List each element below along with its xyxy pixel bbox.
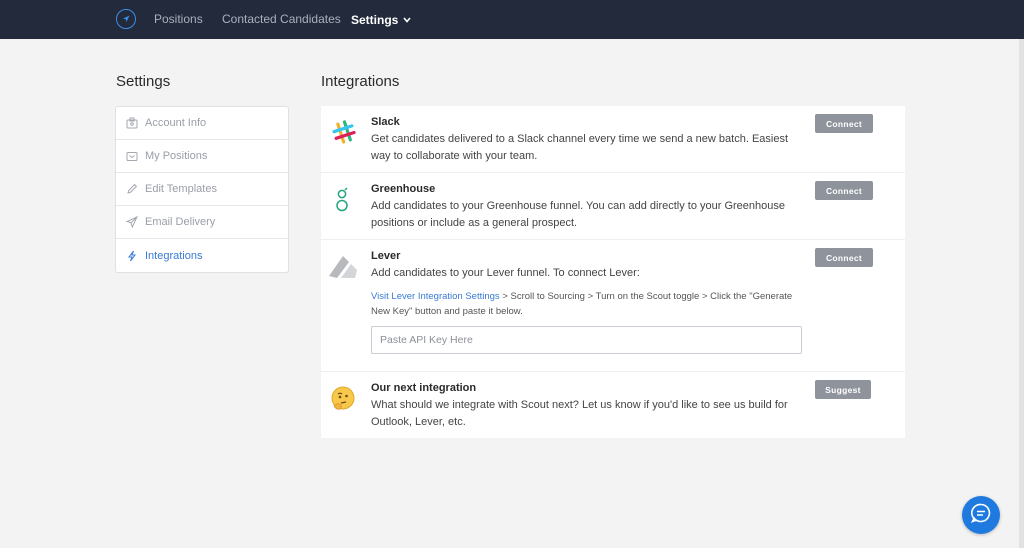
- id-card-icon: [126, 117, 138, 129]
- chat-icon: [970, 502, 992, 529]
- integration-title: Slack: [371, 116, 400, 128]
- connect-greenhouse-button[interactable]: Connect: [815, 181, 873, 200]
- connect-lever-button[interactable]: Connect: [815, 248, 873, 267]
- top-navbar: Positions Contacted Candidates Settings: [0, 0, 1024, 39]
- settings-sidebar: Account Info My Positions Edit Templates…: [115, 106, 289, 273]
- lightning-icon: [126, 250, 138, 262]
- page-title: Integrations: [321, 73, 400, 90]
- integration-row-suggest: Our next integration What should we inte…: [321, 372, 905, 438]
- nav-settings[interactable]: Settings: [351, 12, 411, 27]
- sidebar-item-account-info[interactable]: Account Info: [116, 107, 288, 140]
- sidebar-item-email-delivery[interactable]: Email Delivery: [116, 206, 288, 239]
- integrations-panel: Slack Get candidates delivered to a Slac…: [321, 106, 905, 438]
- integration-row-lever: Lever Add candidates to your Lever funne…: [321, 240, 905, 372]
- sidebar-item-edit-templates[interactable]: Edit Templates: [116, 173, 288, 206]
- sidebar-item-label: My Positions: [145, 150, 208, 162]
- lever-instructions: Visit Lever Integration Settings > Scrol…: [371, 289, 801, 319]
- lever-settings-link[interactable]: Visit Lever Integration Settings: [371, 291, 500, 302]
- sidebar-item-label: Edit Templates: [145, 183, 217, 195]
- integration-description: Get candidates delivered to a Slack chan…: [371, 133, 789, 162]
- chevron-down-icon: [403, 12, 411, 26]
- paper-plane-icon: [125, 215, 139, 229]
- greenhouse-logo-icon: [329, 185, 359, 215]
- nav-contacted-candidates[interactable]: Contacted Candidates: [222, 12, 341, 26]
- lever-logo-icon: [327, 250, 357, 280]
- integration-title: Our next integration: [371, 382, 477, 394]
- api-key-input[interactable]: [371, 326, 802, 354]
- nav-settings-label: Settings: [351, 13, 399, 27]
- compass-logo-icon[interactable]: [116, 9, 136, 29]
- scrollbar-track[interactable]: [1019, 39, 1024, 548]
- sidebar-item-label: Account Info: [145, 117, 207, 129]
- pencil-icon: [126, 183, 138, 195]
- sidebar-item-label: Integrations: [145, 249, 203, 262]
- integration-title: Lever: [371, 250, 401, 262]
- thinking-face-icon: [329, 384, 359, 414]
- integration-description: Add candidates to your Lever funnel. To …: [371, 267, 640, 279]
- connect-slack-button[interactable]: Connect: [815, 114, 873, 133]
- integration-row-slack: Slack Get candidates delivered to a Slac…: [321, 106, 905, 173]
- inbox-icon: [126, 150, 138, 162]
- chat-launcher-button[interactable]: [962, 496, 1000, 534]
- sidebar-item-label: Email Delivery: [145, 216, 216, 228]
- integration-title: Greenhouse: [371, 183, 436, 195]
- integration-description: Add candidates to your Greenhouse funnel…: [371, 200, 786, 229]
- suggest-button[interactable]: Suggest: [815, 380, 871, 399]
- integration-row-greenhouse: Greenhouse Add candidates to your Greenh…: [321, 173, 905, 240]
- nav-positions[interactable]: Positions: [154, 12, 203, 26]
- sidebar-item-my-positions[interactable]: My Positions: [116, 140, 288, 173]
- slack-logo-icon: [329, 117, 359, 147]
- sidebar-item-integrations[interactable]: Integrations: [116, 239, 288, 272]
- sidebar-heading: Settings: [116, 73, 171, 90]
- integration-description: What should we integrate with Scout next…: [371, 399, 788, 428]
